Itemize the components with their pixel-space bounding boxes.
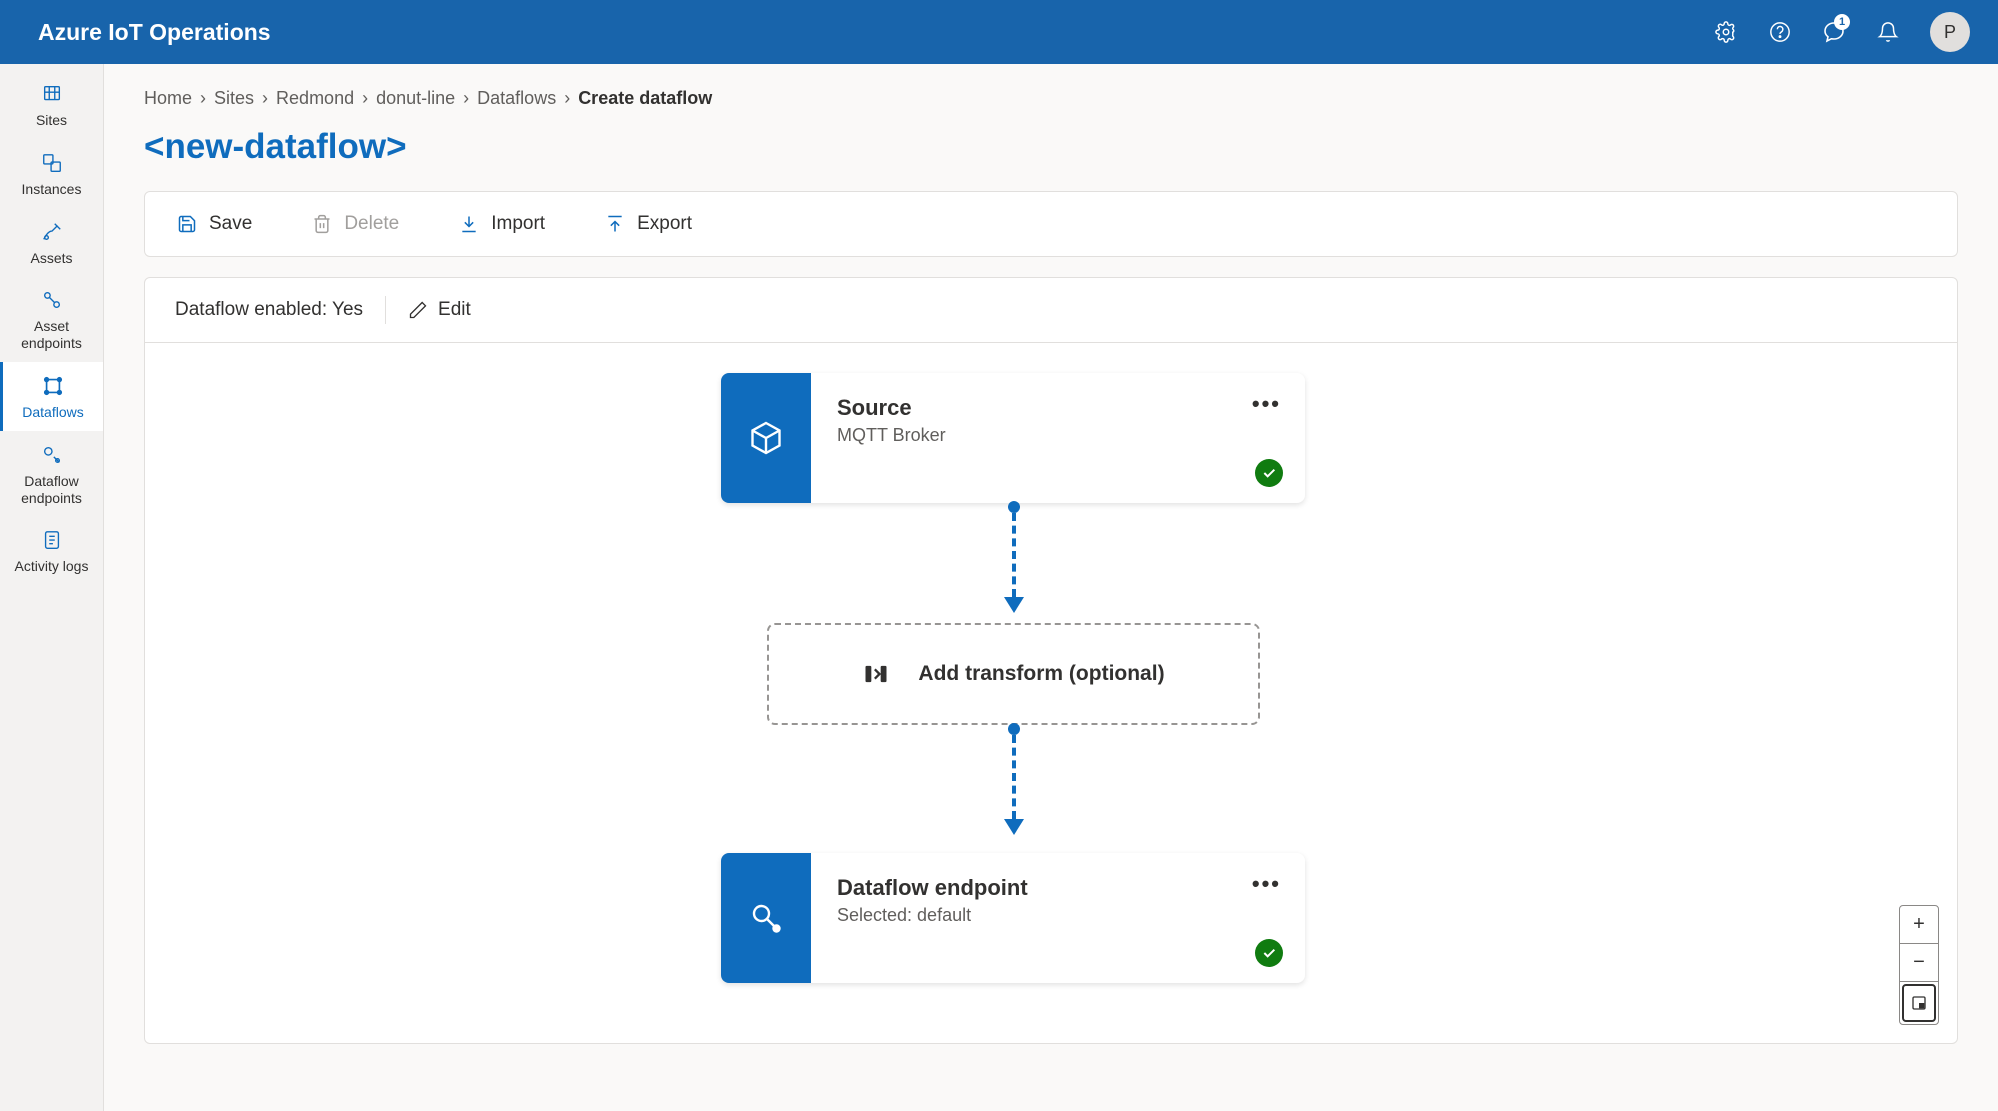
endpoint-node-subtitle: Selected: default: [837, 905, 1279, 926]
source-node-subtitle: MQTT Broker: [837, 425, 1279, 446]
feedback-icon[interactable]: 1: [1822, 20, 1846, 44]
main-content: Home › Sites › Redmond › donut-line › Da…: [104, 64, 1998, 1111]
sidebar-label: Sites: [36, 112, 67, 129]
transform-label: Add transform (optional): [918, 662, 1164, 686]
zoom-controls: + −: [1899, 905, 1939, 1025]
source-node-icon: [721, 373, 811, 503]
notification-badge: 1: [1834, 14, 1850, 30]
toolbar-label: Export: [637, 213, 692, 235]
delete-button: Delete: [312, 213, 399, 235]
status-ok-icon: [1255, 459, 1283, 487]
sidebar: Sites Instances Assets Asset endpoints D…: [0, 64, 104, 1111]
add-transform-button[interactable]: Add transform (optional): [767, 623, 1260, 725]
breadcrumb-current: Create dataflow: [578, 88, 712, 109]
breadcrumb-link[interactable]: donut-line: [376, 88, 455, 109]
bell-icon[interactable]: [1876, 20, 1900, 44]
status-ok-icon: [1255, 939, 1283, 967]
save-button[interactable]: Save: [177, 213, 252, 235]
assets-icon: [40, 220, 64, 244]
zoom-out-button[interactable]: −: [1900, 944, 1938, 982]
canvas: Dataflow enabled: Yes Edit Source MQTT B…: [144, 277, 1958, 1044]
app-header: Azure IoT Operations 1 P: [0, 0, 1998, 64]
sidebar-item-assets[interactable]: Assets: [0, 208, 103, 277]
edit-label: Edit: [438, 299, 471, 321]
sidebar-label: Assets: [30, 250, 72, 267]
delete-icon: [312, 214, 332, 234]
breadcrumb: Home › Sites › Redmond › donut-line › Da…: [144, 88, 1958, 109]
breadcrumb-link[interactable]: Dataflows: [477, 88, 556, 109]
instances-icon: [40, 151, 64, 175]
toolbar-label: Import: [491, 213, 545, 235]
breadcrumb-link[interactable]: Sites: [214, 88, 254, 109]
arrow-down: [1002, 723, 1026, 837]
sidebar-item-sites[interactable]: Sites: [0, 70, 103, 139]
canvas-header: Dataflow enabled: Yes Edit: [145, 278, 1957, 343]
sidebar-label: Asset endpoints: [4, 318, 99, 352]
breadcrumb-separator: ›: [362, 88, 368, 109]
export-icon: [605, 214, 625, 234]
breadcrumb-separator: ›: [463, 88, 469, 109]
page-title: <new-dataflow>: [144, 127, 1958, 167]
sidebar-item-activity-logs[interactable]: Activity logs: [0, 516, 103, 585]
toolbar-label: Delete: [344, 213, 399, 235]
endpoint-node[interactable]: Dataflow endpoint Selected: default •••: [721, 853, 1305, 983]
breadcrumb-separator: ›: [564, 88, 570, 109]
activity-logs-icon: [40, 528, 64, 552]
import-icon: [459, 214, 479, 234]
import-button[interactable]: Import: [459, 213, 545, 235]
source-node-title: Source: [837, 395, 1279, 421]
breadcrumb-separator: ›: [200, 88, 206, 109]
sidebar-item-asset-endpoints[interactable]: Asset endpoints: [0, 276, 103, 362]
sidebar-label: Activity logs: [15, 558, 89, 575]
edit-icon: [408, 300, 428, 320]
avatar[interactable]: P: [1930, 12, 1970, 52]
endpoint-node-icon: [721, 853, 811, 983]
sites-icon: [40, 82, 64, 106]
sidebar-item-dataflows[interactable]: Dataflows: [0, 362, 103, 431]
breadcrumb-separator: ›: [262, 88, 268, 109]
settings-icon[interactable]: [1714, 20, 1738, 44]
save-icon: [177, 214, 197, 234]
asset-endpoints-icon: [40, 288, 64, 312]
zoom-fit-button[interactable]: [1902, 984, 1936, 1022]
zoom-in-button[interactable]: +: [1900, 906, 1938, 944]
transform-icon: [862, 660, 890, 688]
endpoint-node-title: Dataflow endpoint: [837, 875, 1279, 901]
export-button[interactable]: Export: [605, 213, 692, 235]
sidebar-item-instances[interactable]: Instances: [0, 139, 103, 208]
separator: [385, 296, 386, 324]
canvas-body: Source MQTT Broker •••: [145, 343, 1957, 1043]
sidebar-label: Dataflows: [22, 404, 83, 421]
app-title: Azure IoT Operations: [38, 19, 271, 46]
enabled-status: Dataflow enabled: Yes: [175, 299, 363, 321]
more-icon[interactable]: •••: [1252, 391, 1281, 417]
toolbar: Save Delete Import Export: [144, 191, 1958, 257]
sidebar-label: Dataflow endpoints: [4, 473, 99, 507]
breadcrumb-link[interactable]: Redmond: [276, 88, 354, 109]
sidebar-item-dataflow-endpoints[interactable]: Dataflow endpoints: [0, 431, 103, 517]
breadcrumb-link[interactable]: Home: [144, 88, 192, 109]
more-icon[interactable]: •••: [1252, 871, 1281, 897]
dataflows-icon: [41, 374, 65, 398]
toolbar-label: Save: [209, 213, 252, 235]
sidebar-label: Instances: [22, 181, 82, 198]
header-actions: 1 P: [1714, 12, 1970, 52]
arrow-down: [1002, 501, 1026, 615]
source-node[interactable]: Source MQTT Broker •••: [721, 373, 1305, 503]
dataflow-endpoints-icon: [40, 443, 64, 467]
help-icon[interactable]: [1768, 20, 1792, 44]
edit-button[interactable]: Edit: [408, 299, 471, 321]
